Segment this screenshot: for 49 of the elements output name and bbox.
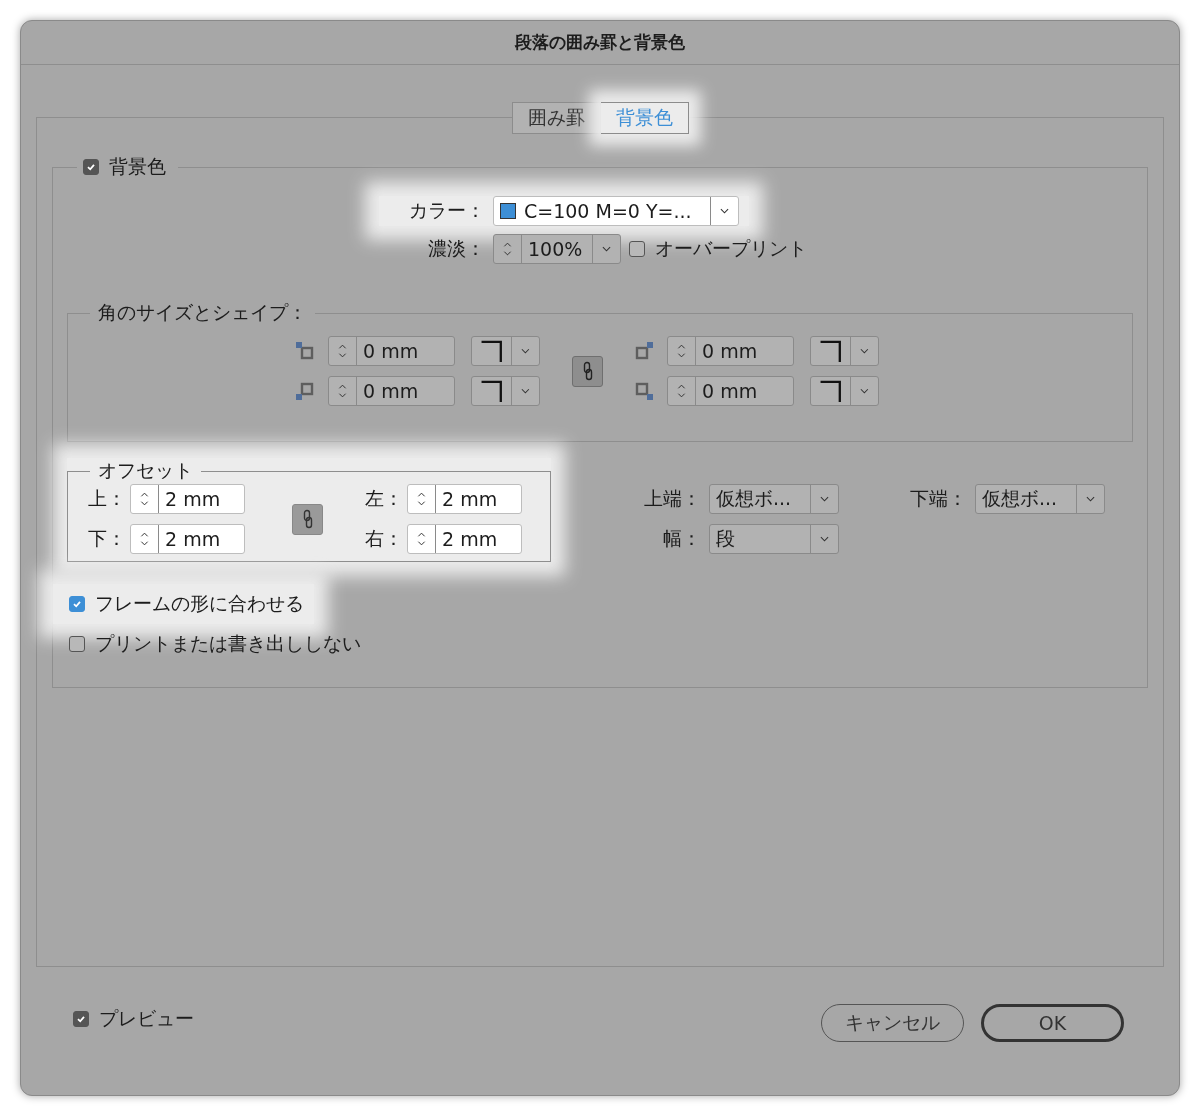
field-label: 下： — [88, 526, 127, 551]
dropdown[interactable]: 仮想ボ... — [709, 484, 839, 514]
checkbox[interactable] — [629, 241, 645, 257]
checkmark-icon — [76, 1014, 86, 1024]
number-field[interactable]: 0 mm — [667, 336, 794, 366]
field-label: 濃淡： — [427, 236, 485, 261]
corner-shape-dropdown[interactable] — [810, 376, 879, 406]
corner-shape-dropdown[interactable] — [810, 336, 879, 366]
group-title: オフセット — [98, 459, 193, 481]
checkbox[interactable] — [83, 159, 99, 175]
chain-link-icon — [582, 361, 593, 381]
corner-shape-dropdown[interactable] — [471, 376, 540, 406]
field-label: 下端： — [909, 486, 967, 511]
checkmark-icon — [72, 599, 82, 609]
number-field[interactable]: 2 mm — [130, 524, 245, 554]
link-button[interactable] — [572, 355, 603, 387]
number-field[interactable]: 2 mm — [407, 484, 522, 514]
checkbox-label: フレームの形に合わせる — [95, 591, 304, 616]
window-title: 段落の囲み罫と背景色 — [515, 31, 685, 54]
number-field[interactable]: 0 mm — [667, 376, 794, 406]
cancel-button[interactable]: キャンセル — [821, 1004, 964, 1042]
field-label: 幅： — [662, 526, 701, 551]
number-field[interactable]: 2 mm — [130, 484, 245, 514]
field-label: 左： — [365, 486, 404, 511]
checkmark-icon — [86, 162, 96, 172]
field-label: 上端： — [643, 486, 701, 511]
checkbox-label: オーバープリント — [655, 236, 807, 261]
checkbox[interactable] — [69, 596, 85, 612]
checkbox-label: プレビュー — [99, 1006, 194, 1031]
number-field[interactable]: 0 mm — [328, 376, 455, 406]
dropdown[interactable]: 段 — [709, 524, 839, 554]
link-button[interactable] — [292, 503, 323, 535]
checkbox[interactable] — [73, 1011, 89, 1027]
field-label: 右： — [365, 526, 404, 551]
group-title: 角のサイズとシェイプ： — [98, 301, 307, 323]
checkbox[interactable] — [69, 636, 85, 652]
number-field[interactable]: 2 mm — [407, 524, 522, 554]
tab[interactable]: 囲み罫 — [511, 102, 601, 134]
dropdown[interactable]: 仮想ボ... — [975, 484, 1105, 514]
tint-combo-field[interactable]: 100% — [493, 234, 621, 264]
ok-button[interactable]: OK — [981, 1004, 1124, 1042]
color-dropdown[interactable]: C=100 M=0 Y=... — [493, 196, 739, 226]
corner-shape-dropdown[interactable] — [471, 336, 540, 366]
checkbox-label: プリントまたは書き出ししない — [95, 631, 361, 656]
chain-link-icon — [302, 509, 313, 529]
number-field[interactable]: 0 mm — [328, 336, 455, 366]
field-label: カラー： — [408, 198, 485, 223]
field-label: 上： — [88, 486, 127, 511]
checkbox-label: 背景色 — [109, 154, 166, 179]
